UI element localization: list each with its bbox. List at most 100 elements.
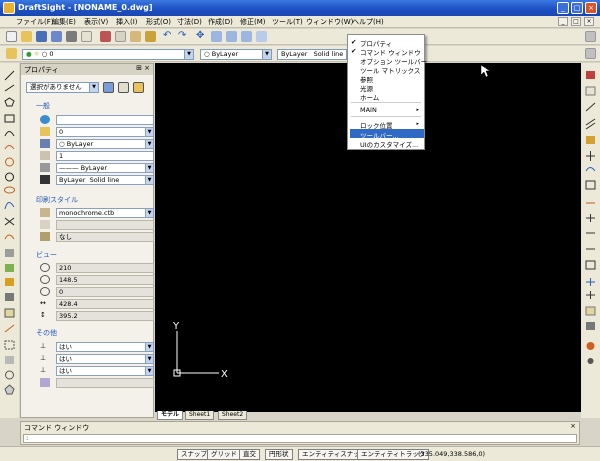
explode-icon[interactable] <box>586 322 595 330</box>
layer-field[interactable]: 0 ▼ <box>56 127 154 137</box>
copy-icon[interactable] <box>115 31 126 42</box>
circle-icon[interactable] <box>5 157 14 167</box>
menu-edit[interactable]: 編集(E) <box>52 17 76 27</box>
pattern-icon[interactable] <box>586 136 595 144</box>
save-all-icon[interactable] <box>51 31 62 42</box>
cut-icon[interactable] <box>100 31 111 42</box>
polygon-icon[interactable] <box>4 97 15 107</box>
scale-icon[interactable] <box>585 180 596 190</box>
command-input[interactable]: : <box>23 434 577 443</box>
toolbar-options-icon[interactable] <box>585 48 596 59</box>
region-icon[interactable] <box>4 340 15 350</box>
print-icon[interactable] <box>66 31 77 42</box>
chamfer-icon[interactable] <box>586 291 595 299</box>
hatch-icon[interactable] <box>5 249 14 257</box>
menu-view[interactable]: 表示(V) <box>84 17 108 27</box>
layer-manager-icon[interactable] <box>6 48 17 59</box>
tab-model[interactable]: モデル <box>157 411 184 420</box>
lengthen-icon[interactable] <box>586 214 595 222</box>
block-icon[interactable] <box>5 264 14 272</box>
quick-select-icon[interactable] <box>118 82 129 93</box>
mirror-icon[interactable] <box>585 102 596 112</box>
menu-insert[interactable]: 挿入(I) <box>116 17 138 27</box>
layer-combo[interactable]: ● ☼ ○ 0 ▼ <box>22 49 194 60</box>
circle-tangent-icon[interactable] <box>5 172 14 182</box>
pin-icon[interactable]: ⊞ <box>136 64 142 72</box>
point-icon[interactable] <box>4 217 15 226</box>
grid-toggle[interactable]: グリッド <box>207 449 241 460</box>
offset-icon[interactable] <box>585 118 596 130</box>
zoom-window-icon[interactable] <box>226 31 237 42</box>
snap-toggle[interactable]: スナップ <box>177 449 211 460</box>
tab-sheet2[interactable]: Sheet2 <box>218 411 248 420</box>
menu-draw[interactable]: 作成(D) <box>208 17 233 27</box>
linetype-combo[interactable]: ByLayer Solid line <box>277 49 347 60</box>
copy-entity-icon[interactable] <box>585 86 596 96</box>
mdi-minimize-button[interactable]: _ <box>558 17 568 26</box>
select-objects-icon[interactable] <box>103 82 114 93</box>
ellipse-icon[interactable] <box>4 186 15 194</box>
edit-polyline-icon[interactable] <box>586 342 595 350</box>
linetype-field[interactable]: ——— ByLayer ▼ <box>56 163 154 173</box>
tab-sheet1[interactable]: Sheet1 <box>185 411 215 420</box>
command-close-button[interactable]: × <box>570 422 576 430</box>
table-icon[interactable] <box>5 293 14 301</box>
pickadd-icon[interactable] <box>133 82 144 93</box>
menu-format[interactable]: 形式(O) <box>146 17 171 27</box>
redo-icon[interactable]: ↷ <box>178 31 189 42</box>
color-combo[interactable]: ○ ByLayer ▼ <box>200 49 272 60</box>
menu-item-home[interactable]: ホーム <box>360 92 379 102</box>
maximize-button[interactable]: □ <box>571 2 583 14</box>
menu-item-main[interactable]: MAIN <box>360 106 377 114</box>
donut-icon[interactable] <box>5 370 14 380</box>
break-icon[interactable] <box>585 260 596 270</box>
move-icon[interactable] <box>586 151 595 161</box>
arc-3pt-icon[interactable] <box>4 145 15 150</box>
paste-icon[interactable] <box>130 31 141 42</box>
new-icon[interactable] <box>6 31 17 42</box>
print-style-field[interactable]: monochrome.ctb ▼ <box>56 208 154 218</box>
join-icon[interactable] <box>586 278 595 286</box>
rotate-icon[interactable] <box>585 167 596 172</box>
menu-modify[interactable]: 修正(M) <box>240 17 266 27</box>
solid-icon[interactable] <box>4 384 15 395</box>
match-properties-icon[interactable] <box>145 31 156 42</box>
zoom-fit-icon[interactable] <box>241 31 252 42</box>
polyline-icon[interactable] <box>4 84 15 92</box>
spline-icon[interactable] <box>4 202 15 210</box>
pan-icon[interactable]: ✥ <box>196 31 207 42</box>
line-icon[interactable] <box>4 70 15 81</box>
zoom-realtime-icon[interactable] <box>211 31 222 42</box>
polar-toggle[interactable]: 円形状 <box>265 449 293 460</box>
erase-icon[interactable] <box>586 71 595 79</box>
rectangle-icon[interactable] <box>4 114 15 123</box>
ray-icon[interactable] <box>4 324 15 333</box>
color-field[interactable] <box>56 115 154 125</box>
toolbar-options-icon[interactable] <box>585 31 596 42</box>
linetype-scale-field[interactable]: 1 <box>56 151 154 161</box>
ucs-icon-on-field[interactable]: はい ▼ <box>56 342 154 352</box>
menu-file[interactable]: ファイル(F) <box>16 17 54 27</box>
ucs-origin-field[interactable]: はい ▼ <box>56 354 154 364</box>
open-icon[interactable] <box>21 31 32 42</box>
menu-item-customize-ui[interactable]: UIのカスタマイズ... <box>360 139 418 149</box>
close-panel-button[interactable]: × <box>144 64 150 72</box>
lineweight-field[interactable]: ByLayer Solid line ▼ <box>56 175 154 185</box>
selection-combo[interactable]: 選択がありません ▼ <box>26 82 99 93</box>
insert-block-icon[interactable] <box>5 278 14 286</box>
close-button[interactable]: × <box>585 2 597 14</box>
menu-help[interactable]: ヘルプ(H) <box>352 17 384 27</box>
entity-color-field[interactable]: ○ ByLayer ▼ <box>56 139 154 149</box>
undo-icon[interactable]: ↶ <box>163 31 174 42</box>
print-preview-icon[interactable] <box>81 31 92 42</box>
mdi-maximize-button[interactable]: □ <box>571 17 581 26</box>
zoom-previous-icon[interactable] <box>256 31 267 42</box>
mdi-close-button[interactable]: × <box>584 17 594 26</box>
minimize-button[interactable]: _ <box>557 2 569 14</box>
wipeout-icon[interactable] <box>5 356 14 364</box>
fillet-icon[interactable] <box>585 306 596 316</box>
arc-icon[interactable] <box>4 131 15 137</box>
edit-spline-icon[interactable] <box>587 358 594 364</box>
ortho-toggle[interactable]: 直交 <box>239 449 260 460</box>
menu-tools[interactable]: ツール(T) <box>272 17 303 27</box>
